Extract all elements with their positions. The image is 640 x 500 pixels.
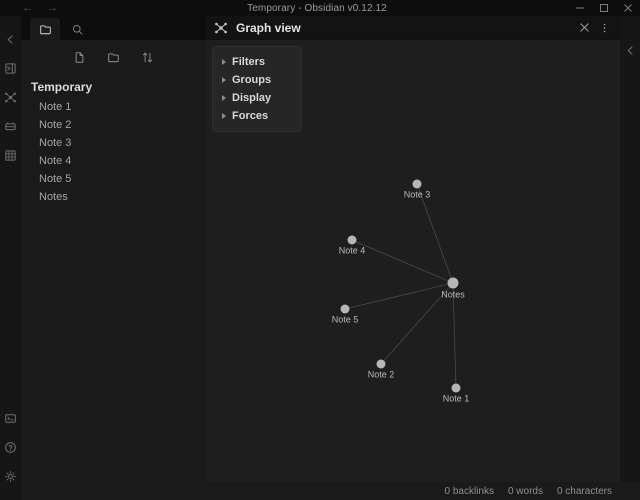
title-bar: ← → Temporary - Obsidian v0.12.12 (0, 0, 640, 16)
left-ribbon (0, 16, 21, 500)
graph-node[interactable]: Note 3 (404, 179, 431, 200)
canvas-grid-icon[interactable] (3, 148, 18, 163)
maximize-button[interactable] (592, 0, 616, 16)
graph-link (344, 282, 454, 310)
graph-link (351, 239, 454, 284)
graph-section-groups[interactable]: Groups (213, 71, 301, 89)
graph-nodes[interactable]: Notes Note 3 Note 4 Note 5 Note 2 Note 1 (332, 179, 470, 404)
obsidian-window: ← → Temporary - Obsidian v0.12.12 Tempor… (0, 0, 640, 500)
graph-node[interactable]: Note 5 (332, 304, 359, 325)
graph-controls-panel: Filters Groups Display Forces (212, 46, 302, 132)
tab-file-explorer[interactable] (30, 18, 60, 40)
main-view: Graph view Notes Note 3 Note 4 Note 5 Note 2… (206, 16, 620, 500)
graph-node-circle[interactable] (412, 179, 422, 189)
graph-node-label: Note 3 (404, 190, 431, 200)
file-item-note-3[interactable]: Note 3 (21, 134, 206, 152)
graph-links (344, 183, 457, 389)
graph-view-icon (214, 21, 228, 35)
chevron-right-icon (222, 95, 226, 101)
file-explorer-toolbar (21, 40, 206, 70)
chevron-right-icon (222, 77, 226, 83)
new-folder-button[interactable] (107, 50, 121, 64)
new-note-button[interactable] (73, 50, 87, 64)
folder-icon (39, 23, 52, 36)
vault-name[interactable]: Temporary (21, 80, 206, 98)
graph-node-label: Note 2 (368, 370, 395, 380)
more-options-icon[interactable] (594, 18, 614, 38)
file-item-note-2[interactable]: Note 2 (21, 116, 206, 134)
file-item-note-4[interactable]: Note 4 (21, 152, 206, 170)
graph-section-label: Forces (232, 110, 269, 122)
left-sidebar: Temporary Note 1 Note 2 Note 3 Note 4 No… (21, 16, 206, 500)
graph-node[interactable]: Note 4 (339, 235, 366, 256)
graph-node-circle[interactable] (376, 359, 386, 369)
view-title: Graph view (236, 20, 301, 35)
window-title: Temporary - Obsidian v0.12.12 (247, 2, 387, 14)
chevron-right-icon (222, 59, 226, 65)
minimize-button[interactable] (568, 0, 592, 16)
graph-node-label: Note 1 (443, 394, 470, 404)
window-controls (568, 0, 640, 16)
tab-search[interactable] (62, 18, 92, 40)
help-icon[interactable] (3, 440, 18, 455)
graph-node-label: Note 4 (339, 246, 366, 256)
status-words: 0 words (507, 485, 543, 497)
close-button[interactable] (616, 0, 640, 16)
new-document-icon (73, 51, 86, 64)
expand-right-sidebar-chevron-icon[interactable] (624, 44, 636, 56)
right-sidebar-rail (620, 16, 640, 500)
file-item-note-1[interactable]: Note 1 (21, 98, 206, 116)
graph-view-icon[interactable] (3, 90, 18, 105)
graph-node-label: Notes (441, 290, 465, 300)
command-palette-icon[interactable] (3, 411, 18, 426)
graph-section-label: Display (232, 92, 272, 104)
graph-node[interactable]: Note 1 (443, 383, 470, 404)
view-header: Graph view (206, 16, 620, 40)
settings-gear-icon[interactable] (3, 469, 18, 484)
graph-section-label: Filters (232, 56, 266, 68)
collapse-sidebar-chevron-icon[interactable] (3, 32, 18, 47)
status-backlinks: 0 backlinks (444, 485, 494, 497)
status-bar: 0 backlinks 0 words 0 characters (21, 482, 640, 500)
navigation-buttons: ← → (0, 2, 66, 14)
search-icon (71, 23, 84, 36)
graph-node-circle[interactable] (451, 383, 461, 393)
graph-section-label: Groups (232, 74, 272, 86)
file-list: Temporary Note 1 Note 2 Note 3 Note 4 No… (21, 70, 206, 500)
graph-section-filters[interactable]: Filters (213, 53, 301, 71)
graph-section-display[interactable]: Display (213, 89, 301, 107)
back-arrow-icon[interactable]: ← (22, 2, 33, 14)
graph-node-circle[interactable] (447, 277, 459, 289)
status-characters: 0 characters (556, 485, 612, 497)
graph-section-forces[interactable]: Forces (213, 107, 301, 125)
graph-node-circle[interactable] (340, 304, 350, 314)
graph-node-label: Note 5 (332, 315, 359, 325)
chevron-right-icon (222, 113, 226, 119)
sort-arrows-icon (141, 51, 154, 64)
sort-order-button[interactable] (141, 50, 155, 64)
close-view-icon[interactable] (574, 18, 594, 38)
new-folder-icon (107, 51, 120, 64)
graph-canvas[interactable]: Notes Note 3 Note 4 Note 5 Note 2 Note 1 Filt… (206, 40, 620, 500)
graph-node-circle[interactable] (347, 235, 357, 245)
file-item-note-5[interactable]: Note 5 (21, 170, 206, 188)
reading-view-icon[interactable] (3, 119, 18, 134)
graph-node[interactable]: Note 2 (368, 359, 395, 380)
forward-arrow-icon[interactable]: → (47, 2, 58, 14)
ribbon-bottom-group (3, 411, 18, 500)
open-vault-icon[interactable] (3, 61, 18, 76)
ribbon-top-group (3, 16, 18, 163)
sidebar-tab-strip (21, 16, 206, 40)
file-item-notes[interactable]: Notes (21, 188, 206, 206)
